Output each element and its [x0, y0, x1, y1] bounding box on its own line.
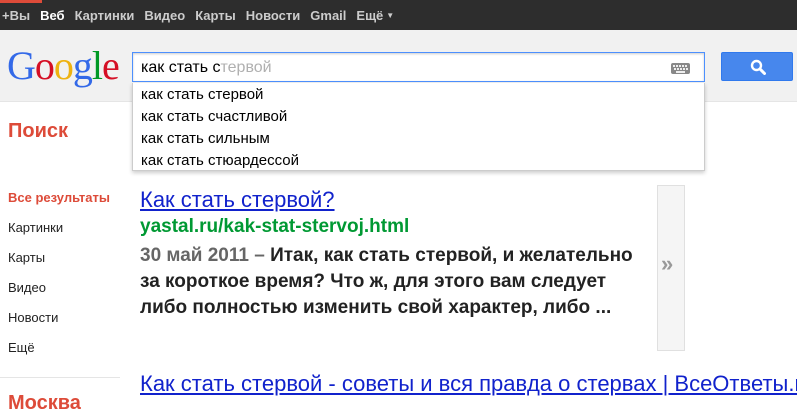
nav-more[interactable]: Ещё: [8, 340, 35, 355]
logo-letter: o: [34, 43, 55, 88]
topnav-plus-you[interactable]: +Вы: [2, 8, 30, 23]
logo-letter: l: [91, 43, 103, 88]
nav-images[interactable]: Картинки: [8, 220, 63, 235]
topnav-more[interactable]: Ещё ▼: [356, 8, 394, 23]
logo-letter: e: [102, 43, 120, 88]
left-divider: [0, 377, 120, 378]
search-icon: [750, 59, 766, 75]
result-title[interactable]: Как стать стервой?: [140, 187, 335, 213]
instant-preview-button[interactable]: »: [657, 185, 685, 351]
nav-video[interactable]: Видео: [8, 280, 46, 295]
suggestion-item[interactable]: как стать стервой: [141, 85, 263, 105]
result-snippet: 30 май 2011 – Итак, как стать стервой, и…: [140, 243, 650, 321]
topnav-web[interactable]: Веб: [40, 8, 64, 23]
double-chevron-right-icon: »: [661, 251, 674, 276]
search-autocomplete-hint: тервой: [220, 59, 272, 76]
location-heading: Москва: [8, 392, 81, 414]
result-url: yastal.ru/kak-stat-stervoj.html: [140, 216, 410, 237]
topnav-images[interactable]: Картинки: [75, 8, 135, 23]
search-query: как стать стервой: [141, 59, 272, 77]
topnav-news[interactable]: Новости: [246, 8, 301, 23]
search-input[interactable]: как стать стервой: [132, 52, 705, 82]
autocomplete-dropdown: как стать стервой как стать счастливой к…: [132, 83, 705, 171]
google-logo[interactable]: Google: [7, 42, 120, 90]
suggestion-item[interactable]: как стать стюардессой: [141, 151, 299, 171]
logo-letter: o: [53, 43, 74, 88]
search-typed-text: как стать с: [141, 59, 221, 76]
nav-all-results[interactable]: Все результаты: [8, 190, 110, 205]
top-nav: +Вы Веб Картинки Видео Карты Новости Gma…: [0, 0, 394, 30]
suggestion-item[interactable]: как стать счастливой: [141, 107, 287, 127]
result-date: 30 май 2011 –: [140, 245, 265, 266]
nav-maps[interactable]: Карты: [8, 250, 45, 265]
keyboard-icon[interactable]: [671, 63, 690, 74]
topnav-video[interactable]: Видео: [144, 8, 185, 23]
topnav-maps[interactable]: Карты: [195, 8, 236, 23]
top-bar: +Вы Веб Картинки Видео Карты Новости Gma…: [0, 0, 797, 30]
chevron-down-icon: ▼: [386, 10, 395, 20]
nav-news[interactable]: Новости: [8, 310, 58, 325]
search-button[interactable]: [721, 52, 793, 81]
logo-letter: G: [7, 43, 36, 88]
search-heading: Поиск: [8, 120, 69, 142]
topnav-more-label: Ещё: [356, 7, 384, 23]
result-title[interactable]: Как стать стервой - советы и вся правда …: [140, 371, 797, 397]
topnav-gmail[interactable]: Gmail: [310, 8, 346, 23]
suggestion-item[interactable]: как стать сильным: [141, 129, 270, 149]
logo-letter: g: [72, 43, 93, 88]
